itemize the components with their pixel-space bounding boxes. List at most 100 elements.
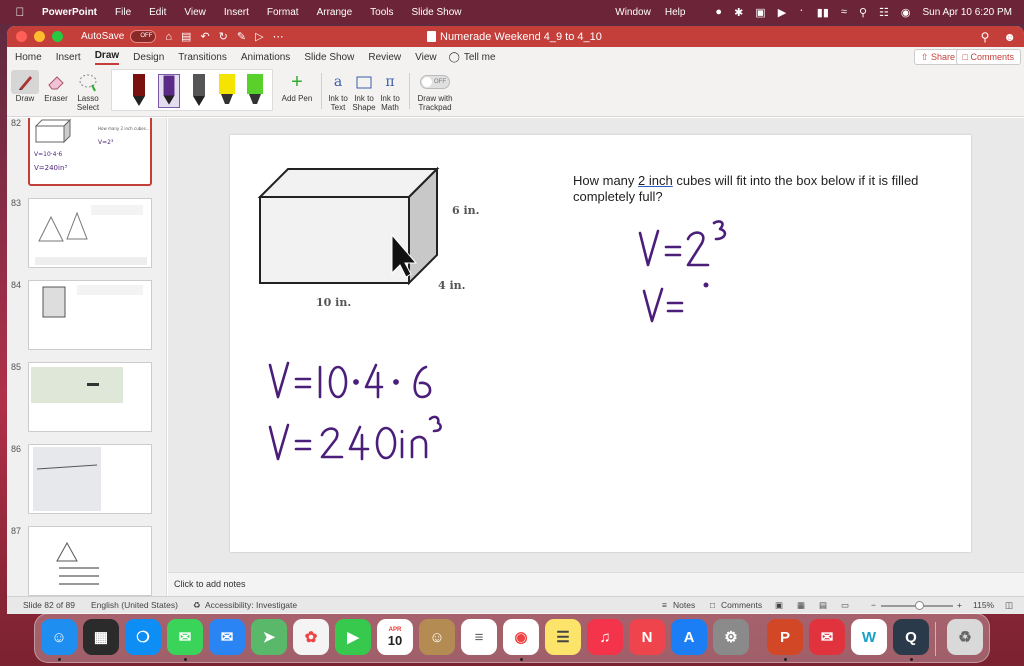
numerade-icon[interactable]: W <box>851 619 887 655</box>
menu-edit[interactable]: Edit <box>149 7 166 18</box>
mail-icon[interactable]: ✉ <box>209 619 245 655</box>
contacts-icon[interactable]: ☺ <box>419 619 455 655</box>
menu-tools[interactable]: Tools <box>370 7 393 18</box>
close-window-button[interactable] <box>16 31 27 42</box>
autosave-toggle[interactable]: OFF <box>130 30 157 43</box>
pen-grey[interactable] <box>188 74 210 108</box>
menu-view[interactable]: View <box>184 7 206 18</box>
safari-icon[interactable]: ❍ <box>125 619 161 655</box>
add-pen-tool[interactable]: + Add Pen <box>279 70 315 104</box>
zoom-in-icon[interactable]: + <box>957 600 962 610</box>
slide-editor[interactable]: 6 in. 4 in. 10 in. How many 2 inch cubes… <box>168 118 1024 572</box>
tab-slide-show[interactable]: Slide Show <box>304 52 354 63</box>
facetime-icon[interactable]: ▶ <box>335 619 371 655</box>
thumbnail-slide-87[interactable] <box>28 526 152 596</box>
maps-icon[interactable]: ➤ <box>251 619 287 655</box>
notes-toggle[interactable]: Notes <box>673 600 695 610</box>
extension-icon[interactable]: ✱ <box>734 6 743 19</box>
highlighter-green[interactable] <box>244 74 266 108</box>
thumbnail-slide-84[interactable] <box>28 280 152 350</box>
draw-with-trackpad-tool[interactable]: OFF Draw with Trackpad <box>415 70 455 112</box>
thumbnail-slide-82[interactable]: V=10·4·6 V=240in³ How many 2 inch cubes.… <box>28 118 152 186</box>
menu-clock[interactable]: Sun Apr 10 6:20 PM <box>922 7 1012 18</box>
reading-view-icon[interactable]: ▤ <box>819 600 827 611</box>
pen-dark-red[interactable] <box>128 74 150 108</box>
play-icon[interactable]: ▶ <box>778 6 786 19</box>
slide-82[interactable]: 6 in. 4 in. 10 in. How many 2 inch cubes… <box>230 135 971 552</box>
slide-sorter-icon[interactable]: ▦ <box>797 600 805 611</box>
draw-tool[interactable]: Draw <box>11 70 39 103</box>
pen-purple-selected[interactable] <box>158 74 180 108</box>
tell-me[interactable]: Tell me <box>464 52 496 63</box>
calendar-icon[interactable]: APR 10 <box>377 619 413 655</box>
zoom-slider[interactable] <box>881 601 953 610</box>
thumbnail-slide-83[interactable] <box>28 198 152 268</box>
menu-app-name[interactable]: PowerPoint <box>42 7 97 18</box>
format-painter-icon[interactable]: ✎ <box>237 30 246 43</box>
tab-review[interactable]: Review <box>368 52 401 63</box>
app-store-icon[interactable]: A <box>671 619 707 655</box>
menu-window[interactable]: Window <box>615 7 651 18</box>
thumbnail-slide-85[interactable] <box>28 362 152 432</box>
mail-app-icon[interactable]: ✉ <box>809 619 845 655</box>
notes-pane[interactable]: Click to add notes <box>168 572 1024 596</box>
accessibility-status[interactable]: Accessibility: Investigate <box>205 600 297 610</box>
music-icon[interactable]: ♫ <box>587 619 623 655</box>
menu-file[interactable]: File <box>115 7 131 18</box>
slide-thumbnails-pane[interactable]: 82 V=10·4·6 V=240in³ How many 2 inch cub… <box>7 118 167 596</box>
menu-insert[interactable]: Insert <box>224 7 249 18</box>
zoom-slider-knob[interactable] <box>915 601 924 610</box>
menu-arrange[interactable]: Arrange <box>317 7 353 18</box>
account-icon[interactable]: ☻ <box>1003 30 1016 44</box>
wifi-icon[interactable]: ≈ <box>841 6 847 18</box>
eraser-tool[interactable]: Eraser <box>41 70 71 103</box>
fit-slide-icon[interactable]: ◫ <box>1005 600 1013 611</box>
search-icon[interactable]: ⚲ <box>981 30 990 44</box>
control-center-icon[interactable]: ☷ <box>879 6 889 19</box>
minimize-window-button[interactable] <box>34 31 45 42</box>
chrome-icon[interactable]: ◉ <box>503 619 539 655</box>
slideshow-view-icon[interactable]: ▭ <box>841 600 849 611</box>
menu-help[interactable]: Help <box>665 7 686 18</box>
language-indicator[interactable]: English (United States) <box>91 600 178 610</box>
highlighter-yellow[interactable] <box>216 74 238 108</box>
notes-app-icon[interactable]: ☰ <box>545 619 581 655</box>
tab-animations[interactable]: Animations <box>241 52 290 63</box>
messages-icon[interactable]: ✉ <box>167 619 203 655</box>
slideshow-start-icon[interactable]: ▷ <box>255 30 263 43</box>
tab-design[interactable]: Design <box>133 52 164 63</box>
ink-to-shape-tool[interactable]: Ink to Shape <box>352 70 376 112</box>
ink-annotations[interactable] <box>230 135 971 552</box>
ink-to-math-tool[interactable]: π Ink to Math <box>377 70 403 112</box>
undo-icon[interactable]: ↶ <box>200 30 209 43</box>
tab-view[interactable]: View <box>415 52 437 63</box>
quicktime-icon[interactable]: Q <box>893 619 929 655</box>
trash-icon[interactable]: ♻ <box>947 619 983 655</box>
tab-home[interactable]: Home <box>15 52 42 63</box>
comments-button[interactable]: □ Comments <box>955 49 1021 65</box>
zoom-window-button[interactable] <box>52 31 63 42</box>
share-button[interactable]: ⇧ Share <box>913 49 962 65</box>
finder-icon[interactable]: ☺ <box>41 619 77 655</box>
ink-to-text-tool[interactable]: a Ink to Text <box>325 70 351 112</box>
more-icon[interactable]: ⋯ <box>273 30 284 43</box>
save-icon[interactable]: ▤ <box>181 30 191 43</box>
trackpad-toggle[interactable]: OFF <box>420 75 450 89</box>
system-preferences-icon[interactable]: ⚙ <box>713 619 749 655</box>
record-icon[interactable]: ● <box>715 6 722 18</box>
menu-format[interactable]: Format <box>267 7 299 18</box>
photos-icon[interactable]: ✿ <box>293 619 329 655</box>
search-icon[interactable]: ⚲ <box>859 6 867 19</box>
tab-draw[interactable]: Draw <box>94 50 120 65</box>
apple-icon[interactable]:  <box>12 5 28 19</box>
reminders-icon[interactable]: ≡ <box>461 619 497 655</box>
menu-slide-show[interactable]: Slide Show <box>412 7 462 18</box>
zoom-out-icon[interactable]: − <box>871 600 876 610</box>
screen-icon[interactable]: ▣ <box>755 6 765 19</box>
powerpoint-dock-icon[interactable]: P <box>767 619 803 655</box>
comments-toggle[interactable]: Comments <box>721 600 762 610</box>
home-icon[interactable]: ⌂ <box>165 31 172 43</box>
thumbnail-slide-86[interactable] <box>28 444 152 514</box>
lasso-select-tool[interactable]: Lasso Select <box>73 70 103 112</box>
normal-view-icon[interactable]: ▣ <box>775 600 783 611</box>
